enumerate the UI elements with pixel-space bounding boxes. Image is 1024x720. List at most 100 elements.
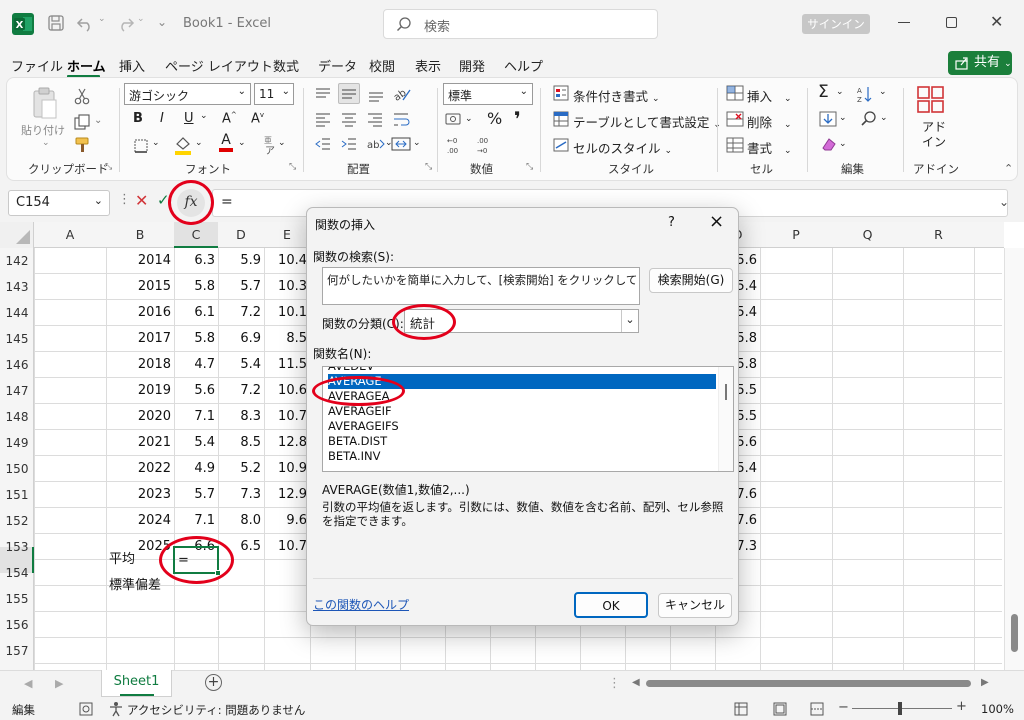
- redo-dropdown-icon[interactable]: ⌄: [137, 14, 145, 24]
- fill-color-dropdown-icon[interactable]: ⌄: [195, 138, 203, 148]
- column-header[interactable]: P: [760, 222, 832, 248]
- orientation-icon[interactable]: ab: [392, 85, 412, 103]
- normal-view-icon[interactable]: [734, 702, 748, 716]
- scroll-right-icon[interactable]: ▶: [981, 677, 989, 688]
- align-right-icon[interactable]: [366, 111, 384, 127]
- column-header[interactable]: C: [174, 222, 218, 248]
- function-item[interactable]: BETA.INV: [328, 449, 708, 464]
- tab-formulas[interactable]: 数式: [273, 56, 299, 75]
- find-select-dropdown-icon[interactable]: ⌄: [880, 113, 888, 123]
- row-header[interactable]: 143: [0, 274, 34, 300]
- select-all-corner[interactable]: [0, 222, 34, 248]
- tab-file[interactable]: ファイル: [11, 56, 63, 75]
- row-header[interactable]: 157: [0, 638, 34, 664]
- tab-split-grip-icon[interactable]: ⋮: [608, 676, 621, 691]
- row-header[interactable]: 149: [0, 430, 34, 456]
- row-header[interactable]: 156: [0, 612, 34, 638]
- column-header[interactable]: R: [903, 222, 974, 248]
- data-cell[interactable]: 4.9: [174, 456, 218, 482]
- autosum-dropdown-icon[interactable]: ⌄: [836, 87, 844, 97]
- tab-home[interactable]: ホーム: [67, 56, 106, 75]
- data-cell[interactable]: 2020: [106, 404, 174, 430]
- insert-cells-icon[interactable]: [726, 85, 744, 101]
- autosum-icon[interactable]: Σ: [818, 82, 829, 102]
- font-color-button[interactable]: A: [219, 133, 233, 152]
- bold-button[interactable]: B: [133, 111, 143, 126]
- row-header[interactable]: 152: [0, 508, 34, 534]
- increase-decimal-icon[interactable]: ←0.00: [447, 134, 469, 156]
- function-help-link[interactable]: この関数のヘルプ: [313, 596, 409, 613]
- undo-dropdown-icon[interactable]: ⌄: [98, 14, 106, 24]
- align-left-icon[interactable]: [314, 111, 332, 127]
- data-cell[interactable]: 2014: [106, 248, 174, 274]
- underline-button[interactable]: U: [184, 111, 194, 126]
- delete-cells-icon[interactable]: [726, 111, 744, 127]
- row-header[interactable]: 145: [0, 326, 34, 352]
- data-cell[interactable]: 6.3: [174, 248, 218, 274]
- dialog-help-button[interactable]: ?: [668, 215, 675, 230]
- data-cell[interactable]: 8.5: [264, 326, 310, 352]
- search-box[interactable]: 検索: [383, 9, 658, 39]
- data-cell[interactable]: 5.6: [174, 378, 218, 404]
- sort-filter-icon[interactable]: AZ: [857, 85, 879, 103]
- save-icon[interactable]: [47, 14, 65, 32]
- page-break-view-icon[interactable]: [810, 702, 824, 716]
- percent-button[interactable]: %: [487, 109, 502, 128]
- accounting-format-icon[interactable]: [445, 111, 465, 127]
- data-cell[interactable]: 8.3: [218, 404, 264, 430]
- format-as-table-icon[interactable]: [553, 111, 569, 127]
- column-header[interactable]: D: [218, 222, 264, 248]
- zoom-slider-thumb[interactable]: [898, 702, 902, 715]
- row-header[interactable]: 142: [0, 248, 34, 274]
- conditional-format-icon[interactable]: [553, 85, 569, 101]
- clipboard-launcher-icon[interactable]: ⤡: [105, 162, 112, 172]
- add-sheet-icon[interactable]: +: [205, 674, 222, 691]
- delete-cells-button[interactable]: 削除 ⌄: [747, 112, 792, 131]
- cell-styles-button[interactable]: セルのスタイル ⌄: [573, 138, 672, 157]
- search-function-input[interactable]: 何がしたいかを簡単に入力して、[検索開始] をクリックしてください。: [322, 267, 640, 305]
- function-list-scroll-thumb[interactable]: [725, 384, 727, 400]
- data-cell[interactable]: 7.2: [218, 300, 264, 326]
- wrap-text-icon[interactable]: [392, 111, 412, 127]
- font-size-dropdown[interactable]: 11 ⌄: [254, 83, 294, 105]
- data-cell[interactable]: 12.8: [264, 430, 310, 456]
- accounting-dropdown-icon[interactable]: ⌄: [465, 114, 473, 124]
- data-cell[interactable]: 11.5: [264, 352, 310, 378]
- font-name-dropdown[interactable]: 游ゴシック ⌄: [124, 83, 251, 105]
- data-cell[interactable]: 5.7: [218, 274, 264, 300]
- data-cell[interactable]: 5.4: [174, 430, 218, 456]
- data-cell[interactable]: 5.7: [174, 482, 218, 508]
- paste-icon[interactable]: [29, 86, 59, 122]
- copy-icon[interactable]: [73, 113, 91, 131]
- format-painter-icon[interactable]: [73, 136, 91, 154]
- minimize-icon[interactable]: [898, 22, 910, 23]
- undo-icon[interactable]: [76, 14, 96, 32]
- data-cell[interactable]: 2019: [106, 378, 174, 404]
- data-cell[interactable]: 10.7: [264, 404, 310, 430]
- tab-review[interactable]: 校閲: [369, 56, 395, 75]
- data-cell[interactable]: 2021: [106, 430, 174, 456]
- paste-dropdown-icon[interactable]: ⌄: [42, 138, 50, 148]
- italic-button[interactable]: I: [160, 111, 164, 126]
- data-cell[interactable]: 12.9: [264, 482, 310, 508]
- row-header[interactable]: 151: [0, 482, 34, 508]
- align-center-icon[interactable]: [340, 111, 358, 127]
- zoom-in-icon[interactable]: +: [956, 699, 967, 714]
- vertical-scroll-thumb[interactable]: [1011, 614, 1018, 652]
- redo-icon[interactable]: [115, 14, 135, 32]
- column-header[interactable]: A: [34, 222, 106, 248]
- borders-dropdown-icon[interactable]: ⌄: [152, 138, 160, 148]
- increase-font-button[interactable]: A^: [222, 111, 237, 126]
- align-bottom-icon[interactable]: [367, 86, 385, 104]
- prev-sheet-icon[interactable]: ◀: [24, 677, 32, 690]
- data-cell[interactable]: 2017: [106, 326, 174, 352]
- row-header[interactable]: 155: [0, 586, 34, 612]
- data-cell[interactable]: 2016: [106, 300, 174, 326]
- data-cell[interactable]: 5.2: [218, 456, 264, 482]
- cut-icon[interactable]: [73, 87, 91, 105]
- zoom-level[interactable]: 100%: [981, 702, 1014, 716]
- fill-color-icon[interactable]: [174, 135, 192, 155]
- vertical-scrollbar[interactable]: [1004, 248, 1024, 670]
- data-cell[interactable]: 5.4: [218, 352, 264, 378]
- column-header[interactable]: B: [106, 222, 174, 248]
